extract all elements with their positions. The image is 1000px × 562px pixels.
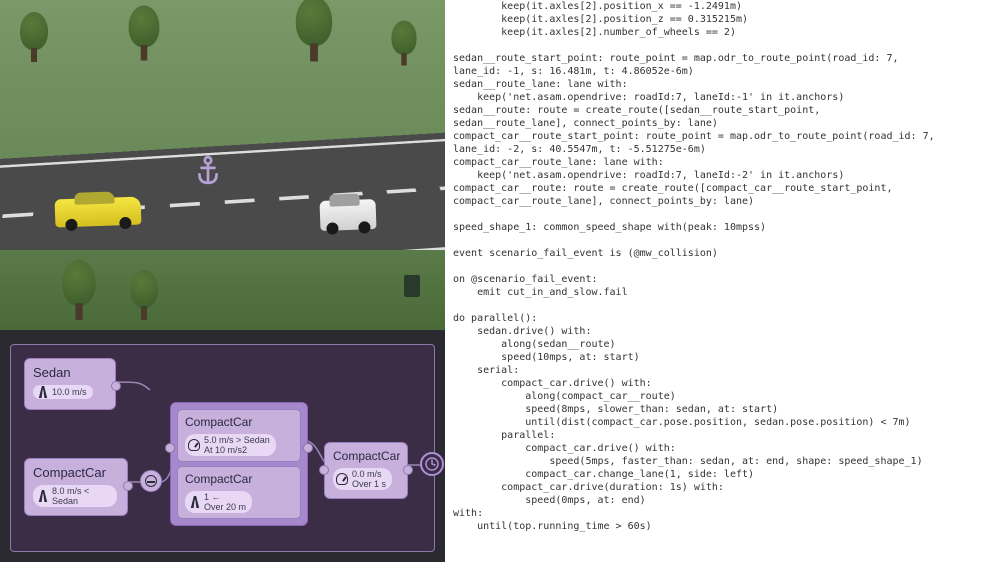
speed-chip: 8.0 m/s < Sedan: [33, 485, 117, 507]
node-input-port[interactable]: [165, 443, 175, 453]
node-input-port[interactable]: [319, 465, 329, 475]
tree-icon: [20, 12, 48, 62]
speed-chip: 5.0 m/s > SedanAt 10 m/s2: [185, 434, 276, 456]
steering-icon: [145, 475, 157, 487]
tree-icon: [391, 21, 416, 66]
graph-node-compactcar-stop[interactable]: CompactCar 0.0 m/sOver 1 s: [324, 442, 408, 499]
node-title: CompactCar: [33, 465, 119, 480]
code-editor[interactable]: keep(it.axles[2].position_x == -1.2491m)…: [445, 0, 1000, 562]
graph-node-compactcar-speed[interactable]: CompactCar 5.0 m/s > SedanAt 10 m/s2: [177, 409, 301, 462]
clock-icon: [425, 457, 439, 471]
terrain-grass: [0, 0, 445, 150]
tree-icon: [62, 260, 96, 320]
graph-node-sedan[interactable]: Sedan 10.0 m/s: [24, 358, 116, 410]
scenario-graph-panel[interactable]: Sedan 10.0 m/s CompactCar 8.0 m/s < Seda…: [0, 330, 445, 562]
simulation-viewport[interactable]: [0, 0, 445, 330]
code-text: keep(it.axles[2].position_x == -1.2491m)…: [453, 0, 992, 533]
vehicle-sedan[interactable]: [55, 197, 142, 228]
node-output-port[interactable]: [403, 465, 413, 475]
tree-icon: [129, 6, 160, 61]
tree-icon: [296, 0, 332, 62]
graph-node-compactcar-lane[interactable]: CompactCar 1 ←Over 20 m: [177, 466, 301, 519]
graph-node-parallel-group[interactable]: CompactCar 5.0 m/s > SedanAt 10 m/s2 Com…: [170, 402, 308, 526]
anchor-marker-icon[interactable]: [195, 155, 221, 185]
tree-icon: [130, 270, 158, 320]
graph-node-vehicle-icon[interactable]: [140, 470, 162, 492]
lane-chip: 1 ←Over 20 m: [185, 491, 252, 513]
node-title: Sedan: [33, 365, 107, 380]
graph-node-clock[interactable]: [420, 452, 444, 476]
node-output-port[interactable]: [111, 381, 121, 391]
vehicle-compact-car[interactable]: [319, 199, 376, 231]
node-output-port[interactable]: [303, 443, 313, 453]
speed-chip: 0.0 m/sOver 1 s: [333, 468, 392, 490]
node-output-port[interactable]: [123, 481, 133, 491]
speed-chip: 10.0 m/s: [33, 385, 93, 399]
trash-bin-prop: [404, 275, 420, 297]
graph-node-compactcar-start[interactable]: CompactCar 8.0 m/s < Sedan: [24, 458, 128, 516]
